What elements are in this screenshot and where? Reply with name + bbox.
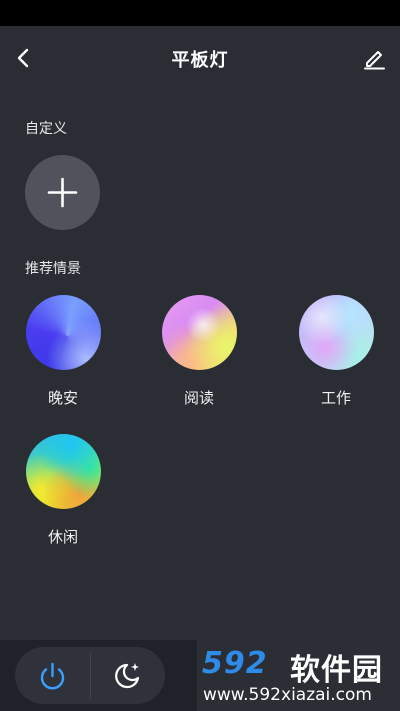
power-icon: [40, 662, 65, 690]
scene-work[interactable]: 工作: [298, 295, 374, 408]
scene-reading-orb: [161, 295, 237, 370]
add-scene-button[interactable]: [25, 155, 100, 230]
scene-leisure[interactable]: 休闲: [25, 434, 101, 547]
page-title: 平板灯: [171, 50, 229, 71]
scene-leisure-orb: [25, 434, 101, 509]
scene-work-orb: [298, 295, 374, 370]
sleep-mode-button[interactable]: [91, 647, 165, 704]
watermark-logo: 592: [202, 646, 268, 681]
scene-goodnight-orb: [25, 295, 101, 370]
watermark: 592 软件园 www.592xiazai.com: [197, 640, 400, 711]
power-button[interactable]: [15, 647, 90, 704]
status-bar: [0, 0, 400, 26]
scene-work-label: 工作: [320, 389, 351, 407]
control-pill: [15, 647, 165, 704]
scene-goodnight[interactable]: 晚安: [25, 295, 101, 408]
scene-reading[interactable]: 阅读: [161, 295, 237, 408]
pencil-icon: [364, 51, 385, 70]
scene-reading-label: 阅读: [183, 389, 214, 407]
scene-leisure-label: 休闲: [47, 528, 78, 546]
custom-section-label: 自定义: [25, 121, 67, 137]
recommended-section-label: 推荐情景: [25, 261, 81, 277]
moon-star-icon: [115, 663, 140, 689]
edit-button[interactable]: [358, 42, 390, 74]
app-screen: 平板灯 自定义 推荐情景 晚安 阅读 工作 休闲 592 软件园 www.592…: [0, 0, 400, 711]
header: 平板灯: [0, 26, 400, 90]
plus-icon: [47, 177, 78, 208]
watermark-text: 软件园: [290, 653, 383, 688]
scene-goodnight-label: 晚安: [47, 389, 78, 407]
watermark-url: www.592xiazai.com: [203, 685, 372, 705]
